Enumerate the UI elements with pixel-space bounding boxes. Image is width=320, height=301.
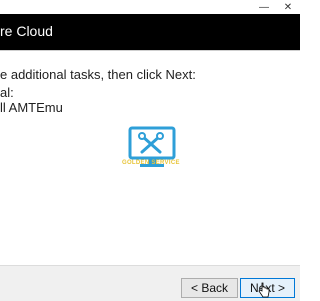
- back-button[interactable]: < Back: [181, 278, 238, 298]
- close-icon[interactable]: ✕: [276, 0, 300, 14]
- hand-cursor-icon: [258, 282, 270, 298]
- list-item: ll AMTEmu: [0, 100, 63, 115]
- wizard-header: re Cloud: [0, 14, 300, 50]
- wizard-title: re Cloud: [0, 23, 53, 39]
- task-list: al: ll AMTEmu: [0, 85, 63, 115]
- header-divider: [0, 50, 300, 51]
- list-item: al:: [0, 85, 14, 100]
- instruction-text: e additional tasks, then click Next:: [0, 67, 196, 82]
- watermark-text: GOLDEN SERVICE: [122, 160, 180, 166]
- window-controls: — ✕: [252, 0, 300, 14]
- minimize-icon[interactable]: —: [252, 0, 276, 14]
- window-top-strip: — ✕: [0, 0, 300, 14]
